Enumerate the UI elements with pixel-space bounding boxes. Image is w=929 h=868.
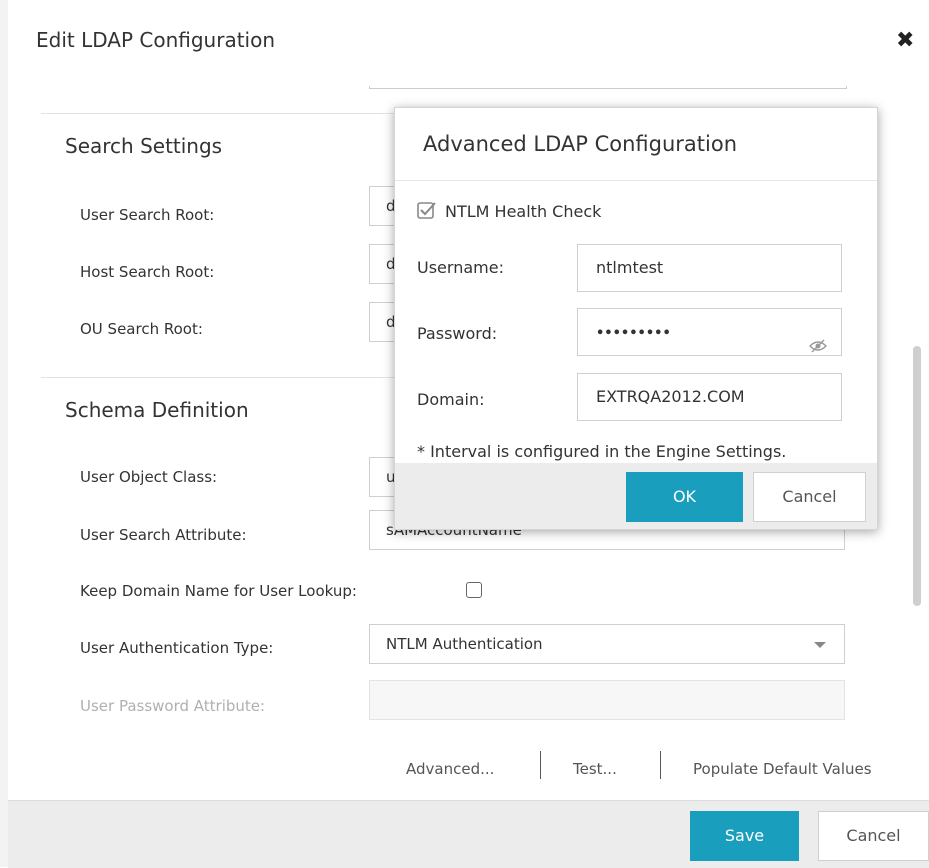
populate-default-values-link[interactable]: Populate Default Values (693, 760, 872, 778)
chevron-down-icon (814, 642, 826, 648)
link-divider (540, 751, 541, 779)
ok-button[interactable]: OK (626, 472, 743, 522)
user-search-attribute-label: User Search Attribute: (80, 526, 247, 544)
close-icon[interactable]: ✖ (896, 28, 914, 53)
host-search-root-label: Host Search Root: (80, 263, 215, 281)
checkbox-checked-icon[interactable] (417, 200, 437, 220)
domain-input[interactable]: EXTRQA2012.COM (577, 373, 842, 421)
eye-slash-icon[interactable] (809, 325, 827, 353)
advanced-link[interactable]: Advanced... (406, 760, 494, 778)
save-button[interactable]: Save (690, 811, 799, 861)
password-value: ••••••••• (596, 326, 671, 341)
popup-footer: OK Cancel (395, 463, 877, 529)
schema-definition-heading: Schema Definition (65, 398, 249, 422)
auth-type-select[interactable]: NTLM Authentication (369, 624, 845, 664)
keep-domain-label: Keep Domain Name for User Lookup: (80, 582, 357, 600)
user-search-root-label: User Search Root: (80, 206, 215, 224)
password-attribute-label: User Password Attribute: (80, 697, 266, 715)
password-input[interactable]: ••••••••• (577, 308, 842, 356)
link-divider (660, 751, 661, 779)
popup-divider (395, 180, 877, 181)
cancel-button[interactable]: Cancel (818, 811, 929, 861)
search-settings-heading: Search Settings (65, 134, 223, 158)
popup-title: Advanced LDAP Configuration (423, 132, 738, 156)
auth-type-label: User Authentication Type: (80, 639, 274, 657)
user-object-class-label: User Object Class: (80, 468, 218, 486)
password-label: Password: (417, 324, 498, 343)
popup-cancel-button[interactable]: Cancel (753, 472, 866, 522)
ou-search-root-label: OU Search Root: (80, 320, 203, 338)
dialog-title: Edit LDAP Configuration (36, 28, 276, 52)
dialog-header: Edit LDAP Configuration ✖ (8, 0, 929, 86)
auth-type-value: NTLM Authentication (386, 635, 543, 653)
test-link[interactable]: Test... (573, 760, 617, 778)
dialog-footer: Save Cancel (8, 800, 929, 868)
password-attribute-input (369, 680, 845, 720)
username-input[interactable]: ntlmtest (577, 244, 842, 292)
keep-domain-checkbox[interactable] (466, 582, 482, 598)
ntlm-health-check-label: NTLM Health Check (445, 202, 602, 221)
scrollbar-thumb[interactable] (913, 346, 921, 606)
interval-note: * Interval is configured in the Engine S… (417, 442, 787, 461)
domain-label: Domain: (417, 390, 485, 409)
username-label: Username: (417, 258, 504, 277)
advanced-ldap-popup: Advanced LDAP Configuration NTLM Health … (394, 107, 878, 530)
